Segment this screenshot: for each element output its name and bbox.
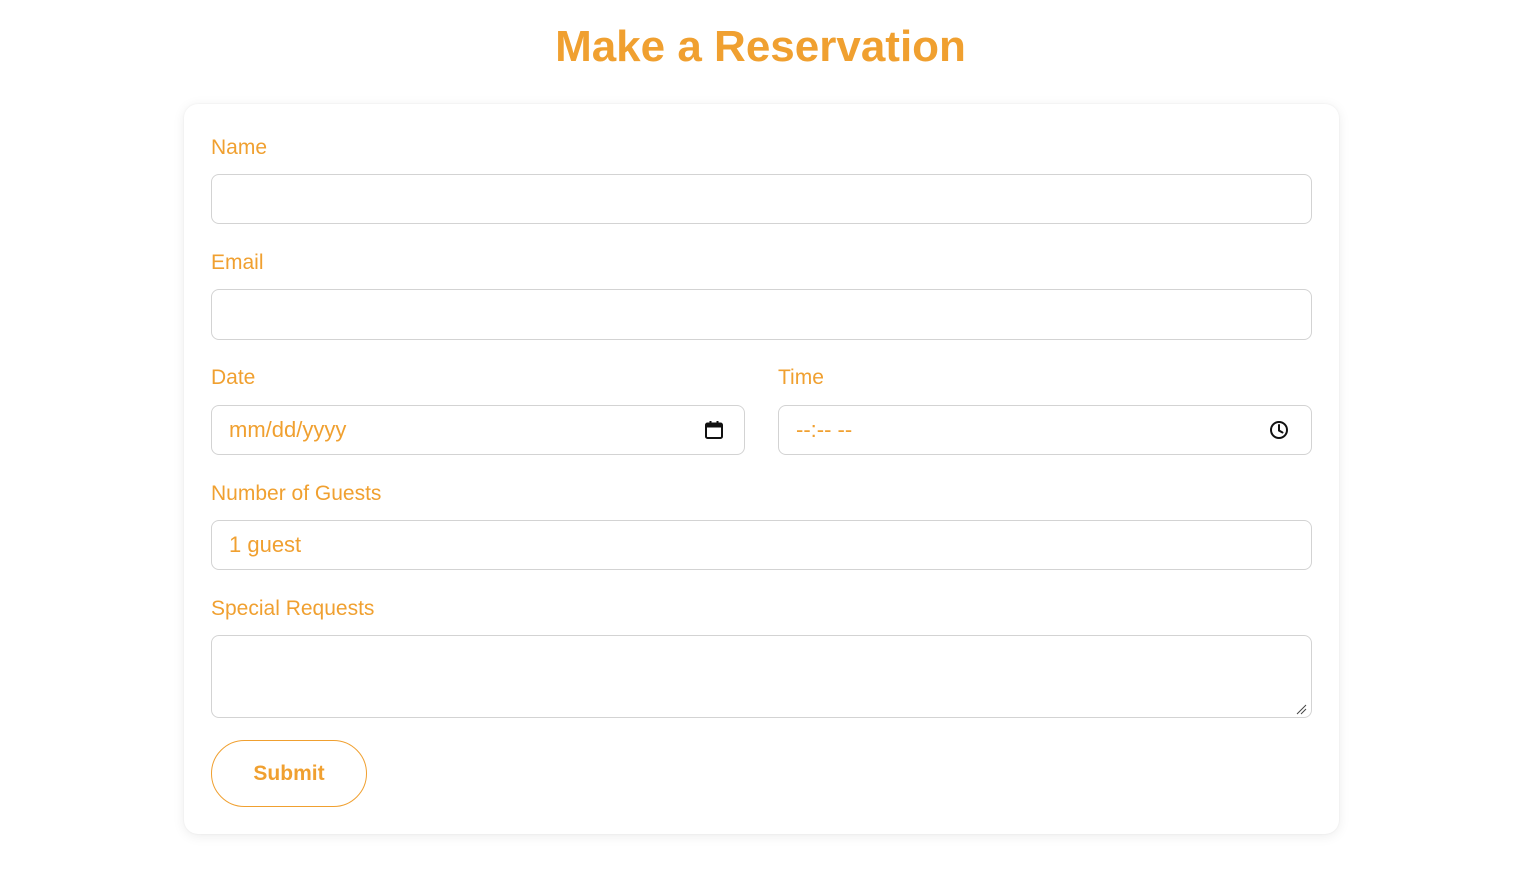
- email-label: Email: [211, 251, 264, 274]
- date-placeholder: mm/dd/yyyy: [229, 417, 347, 442]
- name-input[interactable]: [211, 174, 1312, 224]
- date-label: Date: [211, 366, 256, 389]
- time-label: Time: [778, 366, 824, 389]
- special-requests-label: Special Requests: [211, 597, 375, 620]
- clock-icon[interactable]: [1269, 420, 1289, 440]
- special-requests-textarea[interactable]: [211, 635, 1312, 718]
- guests-select[interactable]: 1 guest: [211, 520, 1312, 570]
- email-input[interactable]: [211, 289, 1312, 340]
- time-placeholder: --:-- --: [796, 417, 853, 442]
- guests-selected-value: 1 guest: [229, 532, 302, 557]
- guests-label: Number of Guests: [211, 482, 382, 505]
- resize-handle-icon[interactable]: [1295, 702, 1307, 715]
- calendar-icon[interactable]: [704, 420, 724, 440]
- reservation-form: Name Email Date mm/dd/yyyy Time --:-- --: [184, 104, 1339, 834]
- page-title: Make a Reservation: [555, 22, 966, 71]
- name-label: Name: [211, 136, 268, 159]
- submit-button[interactable]: Submit: [211, 740, 367, 807]
- time-input[interactable]: --:-- --: [778, 405, 1312, 455]
- date-input[interactable]: mm/dd/yyyy: [211, 405, 745, 455]
